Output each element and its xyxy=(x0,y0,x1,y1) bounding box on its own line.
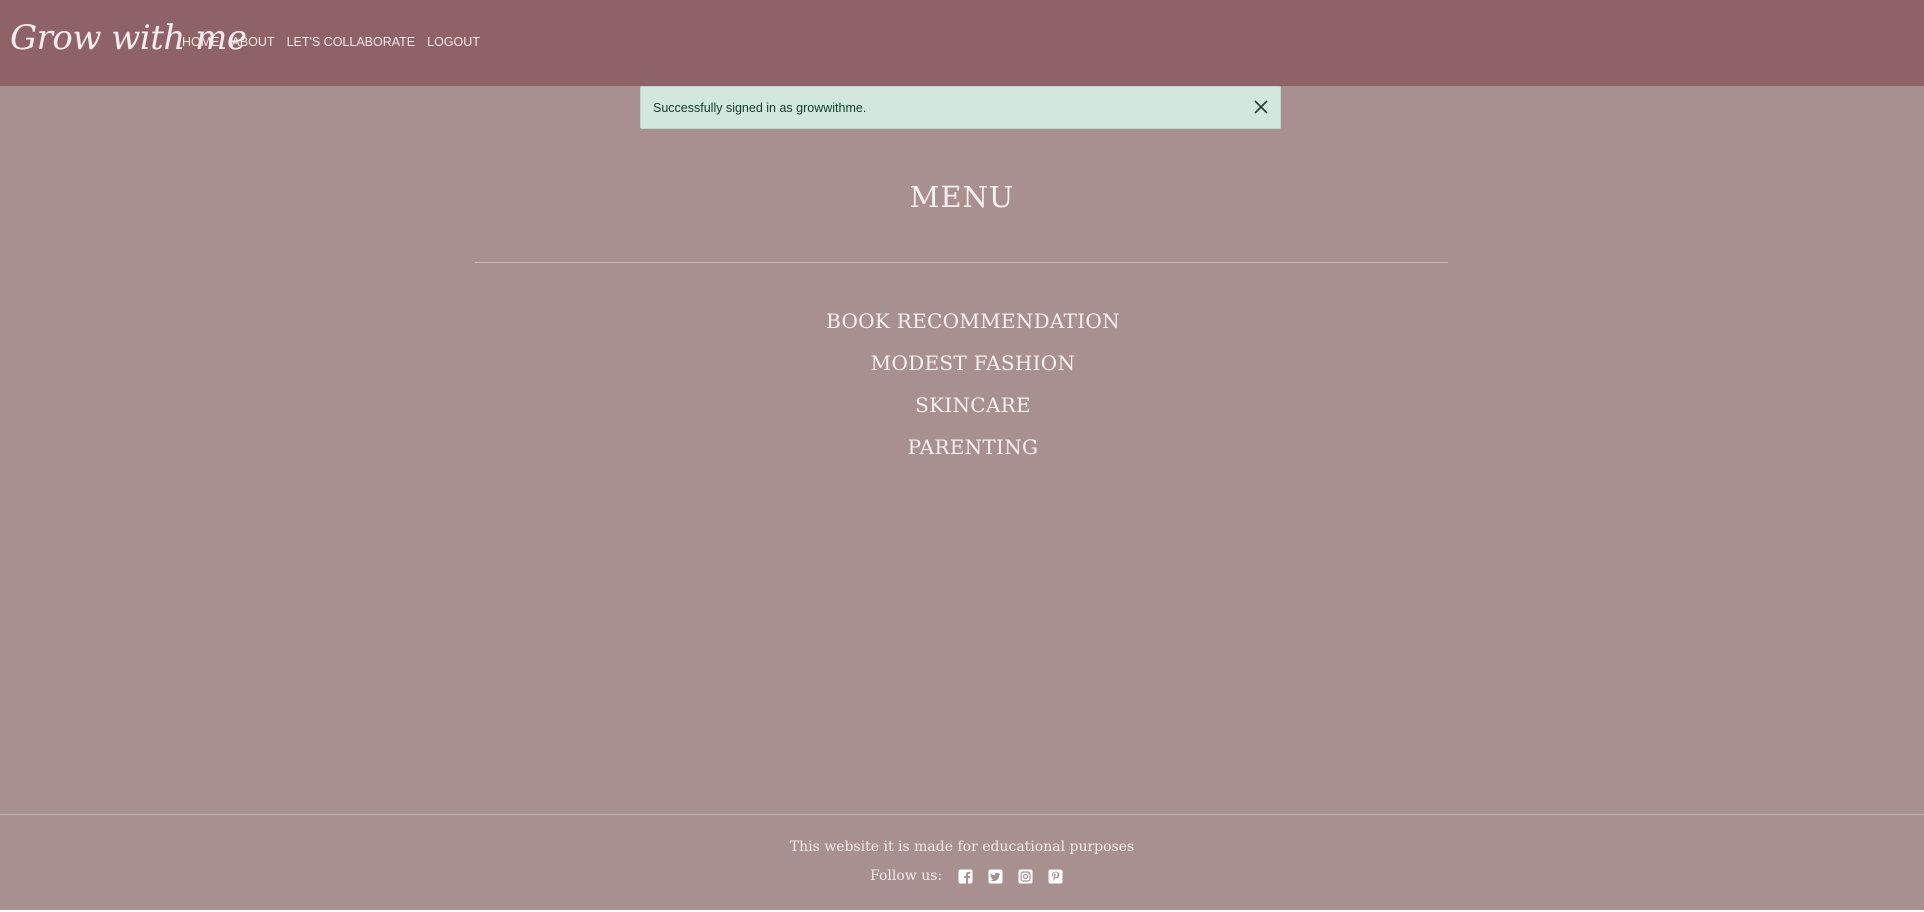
nav-home-link[interactable]: HOME xyxy=(182,35,220,49)
follow-us: Follow us: xyxy=(870,868,1078,884)
nav-collaborate-link[interactable]: LET'S COLLABORATE xyxy=(287,35,416,49)
facebook-icon[interactable] xyxy=(958,869,973,884)
follow-label: Follow us: xyxy=(870,868,943,884)
menu-item-parenting[interactable]: PARENTING xyxy=(0,432,1924,474)
nav-links: HOME ABOUT LET'S COLLABORATE LOGOUT xyxy=(182,35,492,49)
footer-divider xyxy=(0,814,1924,815)
twitter-icon[interactable] xyxy=(988,869,1003,884)
footer-note: This website it is made for educational … xyxy=(789,839,1135,855)
alert-message: Successfully signed in as growwithme. xyxy=(653,101,867,115)
menu-list: BOOK RECOMMENDATION MODEST FASHION SKINC… xyxy=(0,306,1924,474)
page-background: Grow with me HOME ABOUT LET'S COLLABORAT… xyxy=(0,0,1924,910)
menu-item-modest-fashion[interactable]: MODEST FASHION xyxy=(0,348,1924,390)
menu-title: MENU xyxy=(909,180,1015,214)
instagram-icon[interactable] xyxy=(1018,869,1033,884)
success-alert: Successfully signed in as growwithme. xyxy=(640,86,1281,129)
nav-about-link[interactable]: ABOUT xyxy=(232,35,275,49)
close-icon[interactable] xyxy=(1252,98,1270,116)
pinterest-icon[interactable] xyxy=(1048,869,1063,884)
menu-divider xyxy=(475,262,1448,263)
navbar: Grow with me HOME ABOUT LET'S COLLABORAT… xyxy=(0,0,1924,86)
menu-item-book-recommendation[interactable]: BOOK RECOMMENDATION xyxy=(0,306,1924,348)
menu-item-skincare[interactable]: SKINCARE xyxy=(0,390,1924,432)
nav-logout-link[interactable]: LOGOUT xyxy=(427,35,480,49)
